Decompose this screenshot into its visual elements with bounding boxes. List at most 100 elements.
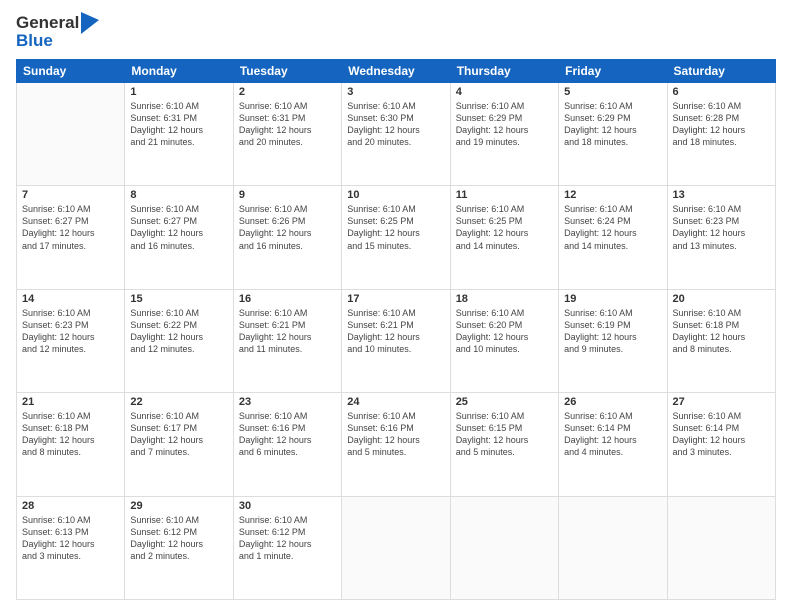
- day-info: Sunrise: 6:10 AMSunset: 6:25 PMDaylight:…: [347, 203, 444, 252]
- calendar-cell: 15 Sunrise: 6:10 AMSunset: 6:22 PMDayligh…: [125, 289, 233, 392]
- day-info: Sunrise: 6:10 AMSunset: 6:22 PMDaylight:…: [130, 307, 227, 356]
- day-info: Sunrise: 6:10 AMSunset: 6:20 PMDaylight:…: [456, 307, 553, 356]
- day-info: Sunrise: 6:10 AMSunset: 6:28 PMDaylight:…: [673, 100, 770, 149]
- calendar-cell: 28 Sunrise: 6:10 AMSunset: 6:13 PMDayligh…: [17, 496, 125, 600]
- day-info: Sunrise: 6:10 AMSunset: 6:18 PMDaylight:…: [673, 307, 770, 356]
- day-number: 24: [347, 396, 444, 408]
- calendar-cell: 9Sunrise: 6:10 AMSunset: 6:26 PMDaylight…: [233, 186, 341, 289]
- day-info: Sunrise: 6:10 AMSunset: 6:14 PMDaylight:…: [564, 410, 661, 459]
- day-info: Sunrise: 6:10 AMSunset: 6:19 PMDaylight:…: [564, 307, 661, 356]
- calendar-cell: 29Sunrise: 6:10 AMSunset: 6:12 PMDayligh…: [125, 496, 233, 600]
- day-info: Sunrise: 6:10 AMSunset: 6:14 PMDaylight:…: [673, 410, 770, 459]
- calendar-cell: 6 Sunrise: 6:10 AMSunset: 6:28 PMDaylight…: [667, 82, 775, 185]
- calendar-cell: 27 Sunrise: 6:10 AMSunset: 6:14 PMDayligh…: [667, 393, 775, 496]
- day-number: 4: [456, 86, 553, 98]
- day-number: 25: [456, 396, 553, 408]
- calendar-cell: 22Sunrise: 6:10 AMSunset: 6:17 PMDayligh…: [125, 393, 233, 496]
- calendar-cell: [667, 496, 775, 600]
- day-info: Sunrise: 6:10 AMSunset: 6:21 PMDaylight:…: [239, 307, 336, 356]
- calendar-cell: 2 Sunrise: 6:10 AMSunset: 6:31 PMDaylight…: [233, 82, 341, 185]
- header: General Blue: [16, 12, 776, 51]
- day-info: Sunrise: 6:10 AMSunset: 6:17 PMDaylight:…: [130, 410, 227, 459]
- calendar-cell: 14 Sunrise: 6:10 AMSunset: 6:23 PMDayligh…: [17, 289, 125, 392]
- calendar-cell: 11 Sunrise: 6:10 AMSunset: 6:25 PMDayligh…: [450, 186, 558, 289]
- calendar-header-friday: Friday: [559, 59, 667, 82]
- day-number: 29: [130, 500, 227, 512]
- day-number: 16: [239, 293, 336, 305]
- calendar-cell: 25 Sunrise: 6:10 AMSunset: 6:15 PMDayligh…: [450, 393, 558, 496]
- week-row-5: 28 Sunrise: 6:10 AMSunset: 6:13 PMDayligh…: [17, 496, 776, 600]
- day-info: Sunrise: 6:10 AMSunset: 6:23 PMDaylight:…: [22, 307, 119, 356]
- day-number: 28: [22, 500, 119, 512]
- calendar-cell: [450, 496, 558, 600]
- calendar-header-tuesday: Tuesday: [233, 59, 341, 82]
- calendar-header-wednesday: Wednesday: [342, 59, 450, 82]
- week-row-3: 14 Sunrise: 6:10 AMSunset: 6:23 PMDayligh…: [17, 289, 776, 392]
- day-number: 17: [347, 293, 444, 305]
- day-info: Sunrise: 6:10 AMSunset: 6:26 PMDaylight:…: [239, 203, 336, 252]
- logo-text: General Blue: [16, 12, 99, 51]
- day-number: 19: [564, 293, 661, 305]
- day-number: 13: [673, 189, 770, 201]
- calendar-header-saturday: Saturday: [667, 59, 775, 82]
- day-info: Sunrise: 6:10 AMSunset: 6:18 PMDaylight:…: [22, 410, 119, 459]
- day-info: Sunrise: 6:10 AMSunset: 6:24 PMDaylight:…: [564, 203, 661, 252]
- calendar-cell: 3Sunrise: 6:10 AMSunset: 6:30 PMDaylight…: [342, 82, 450, 185]
- day-number: 1: [130, 86, 227, 98]
- day-info: Sunrise: 6:10 AMSunset: 6:15 PMDaylight:…: [456, 410, 553, 459]
- calendar-cell: 24 Sunrise: 6:10 AMSunset: 6:16 PMDayligh…: [342, 393, 450, 496]
- day-number: 21: [22, 396, 119, 408]
- day-info: Sunrise: 6:10 AMSunset: 6:27 PMDaylight:…: [130, 203, 227, 252]
- day-number: 23: [239, 396, 336, 408]
- calendar-cell: 20 Sunrise: 6:10 AMSunset: 6:18 PMDayligh…: [667, 289, 775, 392]
- day-info: Sunrise: 6:10 AMSunset: 6:13 PMDaylight:…: [22, 514, 119, 563]
- day-info: Sunrise: 6:10 AMSunset: 6:29 PMDaylight:…: [456, 100, 553, 149]
- day-number: 2: [239, 86, 336, 98]
- day-number: 12: [564, 189, 661, 201]
- calendar-cell: [17, 82, 125, 185]
- calendar-cell: [342, 496, 450, 600]
- day-number: 18: [456, 293, 553, 305]
- logo-blue: Blue: [16, 32, 99, 51]
- week-row-1: 1 Sunrise: 6:10 AMSunset: 6:31 PMDaylight…: [17, 82, 776, 185]
- day-number: 6: [673, 86, 770, 98]
- calendar-cell: 12 Sunrise: 6:10 AMSunset: 6:24 PMDayligh…: [559, 186, 667, 289]
- calendar-cell: [559, 496, 667, 600]
- day-info: Sunrise: 6:10 AMSunset: 6:16 PMDaylight:…: [239, 410, 336, 459]
- calendar-cell: 17 Sunrise: 6:10 AMSunset: 6:21 PMDayligh…: [342, 289, 450, 392]
- day-info: Sunrise: 6:10 AMSunset: 6:25 PMDaylight:…: [456, 203, 553, 252]
- day-number: 8: [130, 189, 227, 201]
- calendar-cell: 21 Sunrise: 6:10 AMSunset: 6:18 PMDayligh…: [17, 393, 125, 496]
- day-info: Sunrise: 6:10 AMSunset: 6:31 PMDaylight:…: [239, 100, 336, 149]
- day-number: 30: [239, 500, 336, 512]
- day-info: Sunrise: 6:10 AMSunset: 6:23 PMDaylight:…: [673, 203, 770, 252]
- day-info: Sunrise: 6:10 AMSunset: 6:31 PMDaylight:…: [130, 100, 227, 149]
- calendar-cell: 16 Sunrise: 6:10 AMSunset: 6:21 PMDayligh…: [233, 289, 341, 392]
- calendar-cell: 7Sunrise: 6:10 AMSunset: 6:27 PMDaylight…: [17, 186, 125, 289]
- calendar-cell: 23 Sunrise: 6:10 AMSunset: 6:16 PMDayligh…: [233, 393, 341, 496]
- calendar-header-sunday: Sunday: [17, 59, 125, 82]
- calendar-table: SundayMondayTuesdayWednesdayThursdayFrid…: [16, 59, 776, 600]
- day-info: Sunrise: 6:10 AMSunset: 6:21 PMDaylight:…: [347, 307, 444, 356]
- day-number: 11: [456, 189, 553, 201]
- calendar-cell: 8 Sunrise: 6:10 AMSunset: 6:27 PMDaylight…: [125, 186, 233, 289]
- day-number: 14: [22, 293, 119, 305]
- calendar-header-thursday: Thursday: [450, 59, 558, 82]
- day-info: Sunrise: 6:10 AMSunset: 6:12 PMDaylight:…: [239, 514, 336, 563]
- day-number: 20: [673, 293, 770, 305]
- day-number: 10: [347, 189, 444, 201]
- day-number: 15: [130, 293, 227, 305]
- day-number: 27: [673, 396, 770, 408]
- day-number: 7: [22, 189, 119, 201]
- week-row-2: 7 Sunrise: 6:10 AMSunset: 6:27 PMDaylight…: [17, 186, 776, 289]
- calendar-cell: 26 Sunrise: 6:10 AMSunset: 6:14 PMDayligh…: [559, 393, 667, 496]
- calendar-cell: 13 Sunrise: 6:10 AMSunset: 6:23 PMDayligh…: [667, 186, 775, 289]
- calendar-cell: 4 Sunrise: 6:10 AMSunset: 6:29 PMDaylight…: [450, 82, 558, 185]
- day-info: Sunrise: 6:10 AMSunset: 6:16 PMDaylight:…: [347, 410, 444, 459]
- page: General Blue SundayMondayTuesdayWednesda…: [0, 0, 792, 612]
- calendar-cell: 1 Sunrise: 6:10 AMSunset: 6:31 PMDaylight…: [125, 82, 233, 185]
- calendar-cell: 30 Sunrise: 6:10 AMSunset: 6:12 PMDayligh…: [233, 496, 341, 600]
- calendar-cell: 18 Sunrise: 6:10 AMSunset: 6:20 PMDayligh…: [450, 289, 558, 392]
- calendar-header-monday: Monday: [125, 59, 233, 82]
- day-number: 26: [564, 396, 661, 408]
